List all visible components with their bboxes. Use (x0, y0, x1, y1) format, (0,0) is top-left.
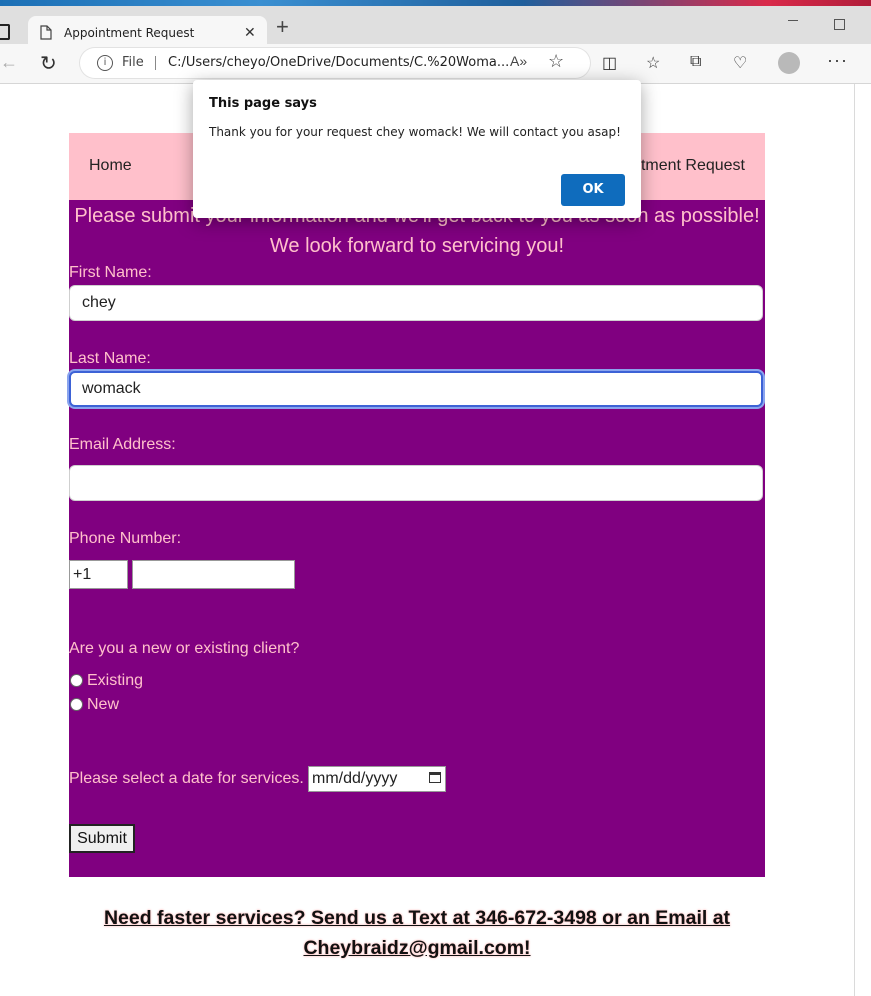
browser-toolbar: ← ↻ i File C:/Users/cheyo/OneDrive/Docum… (0, 44, 871, 122)
email-label: Email Address: (69, 436, 176, 453)
new-tab-icon[interactable]: + (276, 16, 289, 38)
appointment-form: Please submit your information and we'll… (69, 200, 765, 877)
address-scheme-label: File (122, 55, 144, 70)
radio-existing-label[interactable]: Existing (87, 672, 143, 690)
reload-icon[interactable]: ↻ (40, 51, 57, 76)
phone-country-code-field[interactable]: +1 (69, 560, 128, 589)
maximize-icon[interactable] (834, 19, 845, 30)
document-icon (40, 25, 52, 40)
browser-tab-bar: Appointment Request ✕ + (0, 6, 871, 50)
nav-link-home[interactable]: Home (89, 157, 132, 175)
radio-new[interactable] (70, 698, 83, 711)
tab-title: Appointment Request (64, 26, 195, 40)
footer-contact: Need faster services? Send us a Text at … (70, 903, 764, 963)
footer-line-1: Need faster services? Send us a Text at … (103, 907, 731, 929)
dialog-ok-button[interactable]: OK (561, 174, 625, 206)
back-arrow-icon[interactable]: ← (0, 52, 18, 73)
last-name-field[interactable]: womack (69, 371, 763, 407)
form-intro-line-2: We look forward to servicing you! (269, 235, 565, 257)
phone-label: Phone Number: (69, 530, 182, 547)
info-icon[interactable]: i (97, 55, 113, 71)
address-url[interactable]: C:/Users/cheyo/OneDrive/Documents/C.%20W… (168, 55, 509, 70)
first-name-field[interactable]: chey (69, 285, 763, 321)
dialog-message: Thank you for your request chey womack! … (209, 125, 621, 139)
email-field[interactable] (69, 465, 763, 501)
phone-number-field[interactable] (132, 560, 295, 589)
service-date-input[interactable]: mm/dd/yyyy (308, 766, 446, 792)
browser-essentials-icon[interactable]: ♡ (733, 53, 747, 73)
more-menu-icon[interactable]: ··· (827, 50, 848, 71)
submit-button[interactable]: Submit (69, 824, 135, 853)
alert-dialog: This page says Thank you for your reques… (193, 80, 641, 218)
favorite-star-icon[interactable]: ☆ (548, 51, 564, 72)
client-type-question: Are you a new or existing client? (69, 640, 300, 657)
nav-link-appointment-request[interactable]: tment Request (641, 157, 745, 175)
radio-new-label: New (87, 696, 120, 713)
dialog-title: This page says (209, 96, 317, 111)
minimize-icon[interactable] (788, 20, 798, 21)
address-separator (155, 56, 156, 70)
calendar-icon[interactable] (429, 772, 441, 783)
split-screen-icon[interactable]: ◫ (602, 53, 617, 73)
workspaces-icon[interactable] (0, 24, 10, 40)
favorites-icon[interactable]: ☆ (646, 53, 660, 73)
date-label: Please select a date for services. (69, 770, 304, 787)
vertical-scrollbar[interactable] (854, 84, 871, 996)
collections-icon[interactable]: ⧉ (690, 53, 701, 71)
footer-email-link[interactable]: Cheybraidz@gmail.com! (70, 933, 764, 963)
profile-avatar[interactable] (778, 52, 800, 74)
first-name-label: First Name: (69, 264, 152, 281)
address-bar[interactable]: i File C:/Users/cheyo/OneDrive/Documents… (80, 48, 590, 78)
close-tab-icon[interactable]: ✕ (244, 24, 256, 41)
radio-existing[interactable] (70, 674, 83, 687)
last-name-label: Last Name: (69, 350, 151, 367)
date-placeholder: mm/dd/yyyy (312, 770, 398, 787)
read-aloud-icon[interactable]: A» (510, 53, 527, 69)
